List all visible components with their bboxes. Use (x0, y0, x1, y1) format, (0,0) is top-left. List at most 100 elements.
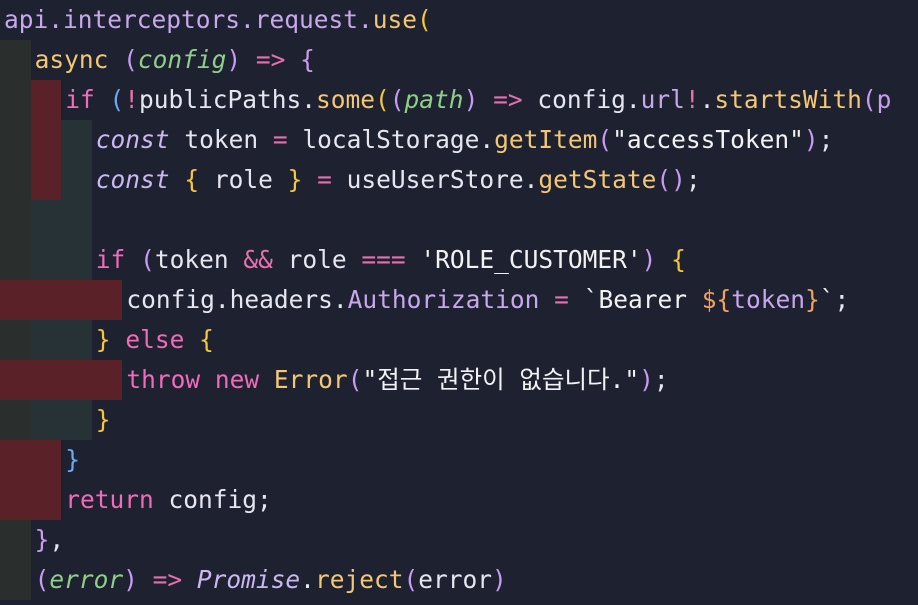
indent-guide (0, 280, 123, 320)
code-token: , (49, 525, 65, 554)
code-token: { (199, 325, 214, 354)
code-token: = (317, 165, 347, 194)
code-token: { (671, 245, 686, 274)
code-token: token (184, 125, 273, 154)
code-line[interactable]: (error) => Promise.reject(error) (0, 560, 918, 600)
indent-guide (0, 160, 31, 200)
code-token: api.interceptors.request. (4, 5, 373, 34)
code-line[interactable]: async (config) => { (0, 40, 918, 80)
code-text: }, (35, 520, 65, 560)
code-token: token (731, 285, 805, 314)
code-line[interactable]: if (!publicPaths.some((path) => config.u… (0, 80, 918, 120)
code-token: reject (314, 565, 404, 594)
code-line[interactable]: const { role } = useUserStore.getState()… (0, 160, 918, 200)
code-text: if (token && role === 'ROLE_CUSTOMER') { (96, 240, 686, 280)
code-line[interactable]: }, (0, 520, 918, 560)
code-token: ! (124, 85, 139, 114)
code-token: 'ROLE_CUSTOMER' (420, 245, 642, 274)
code-token: const (95, 165, 185, 194)
code-token: "accessToken" (612, 125, 804, 154)
code-token: error (49, 565, 124, 594)
code-line[interactable]: const token = localStorage.getItem("acce… (0, 120, 918, 160)
code-token: ( (34, 565, 50, 594)
code-token: ; (818, 125, 834, 154)
code-line[interactable]: if (token && role === 'ROLE_CUSTOMER') { (0, 240, 918, 280)
code-token: ( (123, 45, 138, 74)
code-token: Promise (196, 565, 301, 594)
code-token: ) (491, 565, 507, 594)
code-token: { (300, 45, 315, 74)
code-token: path (404, 85, 464, 114)
indent-guide (61, 200, 92, 240)
code-token: } (34, 525, 50, 554)
code-token: } (95, 325, 126, 354)
code-editor[interactable]: api.interceptors.request.use(async (conf… (0, 0, 918, 605)
code-token: getState (538, 165, 657, 194)
code-token: config. (537, 85, 641, 114)
code-line[interactable]: } (0, 400, 918, 440)
code-line[interactable]: throw new Error("접근 권한이 없습니다."); (0, 360, 918, 400)
code-token: ; (653, 365, 669, 394)
code-token: some (316, 85, 376, 114)
indent-guide (0, 440, 62, 480)
code-token: Authorization (347, 285, 555, 314)
code-line[interactable] (0, 200, 918, 240)
code-text: api.interceptors.request.use( (4, 0, 432, 40)
code-token: ( (375, 85, 390, 114)
code-token: ${ (701, 285, 732, 314)
code-token: && (243, 245, 288, 274)
code-token: } (804, 285, 820, 314)
indent-guide (30, 160, 62, 200)
code-token: publicPaths. (138, 85, 316, 114)
code-token: const (95, 125, 185, 154)
code-token: ( (389, 85, 405, 114)
indent-guide (0, 560, 31, 600)
code-text: throw new Error("접근 권한이 없습니다."); (126, 360, 668, 400)
indent-guide (0, 80, 31, 120)
code-token: ; (834, 285, 850, 314)
code-line[interactable]: } else { (0, 320, 918, 360)
code-token: ( (417, 5, 432, 34)
code-token: ( (597, 125, 613, 154)
code-token: ) (641, 245, 672, 274)
code-token: getItem (494, 125, 598, 154)
code-token: url (640, 85, 685, 114)
code-token: () (656, 165, 686, 194)
code-token: ) (226, 45, 242, 74)
indent-guide (61, 400, 92, 440)
code-token: => (478, 85, 538, 114)
indent-guide (0, 360, 123, 400)
code-text: const { role } = useUserStore.getState()… (96, 160, 701, 200)
code-token: ) (123, 565, 138, 594)
code-token: async (34, 45, 124, 74)
code-line[interactable]: config.headers.Authorization = `Bearer $… (0, 280, 918, 320)
code-line[interactable]: } (0, 440, 918, 480)
code-token: => (137, 565, 197, 594)
code-text: if (!publicPaths.some((path) => config.u… (65, 80, 891, 120)
code-text: config.headers.Authorization = `Bearer $… (126, 280, 849, 320)
code-line[interactable]: api.interceptors.request.use( (0, 0, 918, 40)
code-token: ( (403, 565, 419, 594)
code-token: ; (685, 165, 701, 194)
code-token: === (361, 245, 421, 274)
indent-guide (61, 320, 92, 360)
code-line[interactable]: return config; (0, 480, 918, 520)
code-token: ) (463, 85, 479, 114)
indent-guide (0, 520, 31, 560)
indent-guide (0, 400, 31, 440)
indent-guide (0, 320, 31, 360)
code-token: if (65, 85, 110, 114)
code-text: async (config) => { (35, 40, 315, 80)
code-token: ) (803, 125, 819, 154)
code-token: config.headers. (126, 285, 348, 314)
code-token: } (95, 405, 111, 434)
indent-guide (30, 120, 62, 160)
code-token: use (372, 5, 418, 34)
code-token: ` (819, 285, 835, 314)
indent-guide (30, 400, 62, 440)
code-token: = (272, 125, 303, 154)
code-token: error (418, 565, 492, 594)
code-token: startsWith (714, 85, 862, 114)
code-token: if (95, 245, 141, 274)
code-text: return config; (65, 480, 272, 520)
